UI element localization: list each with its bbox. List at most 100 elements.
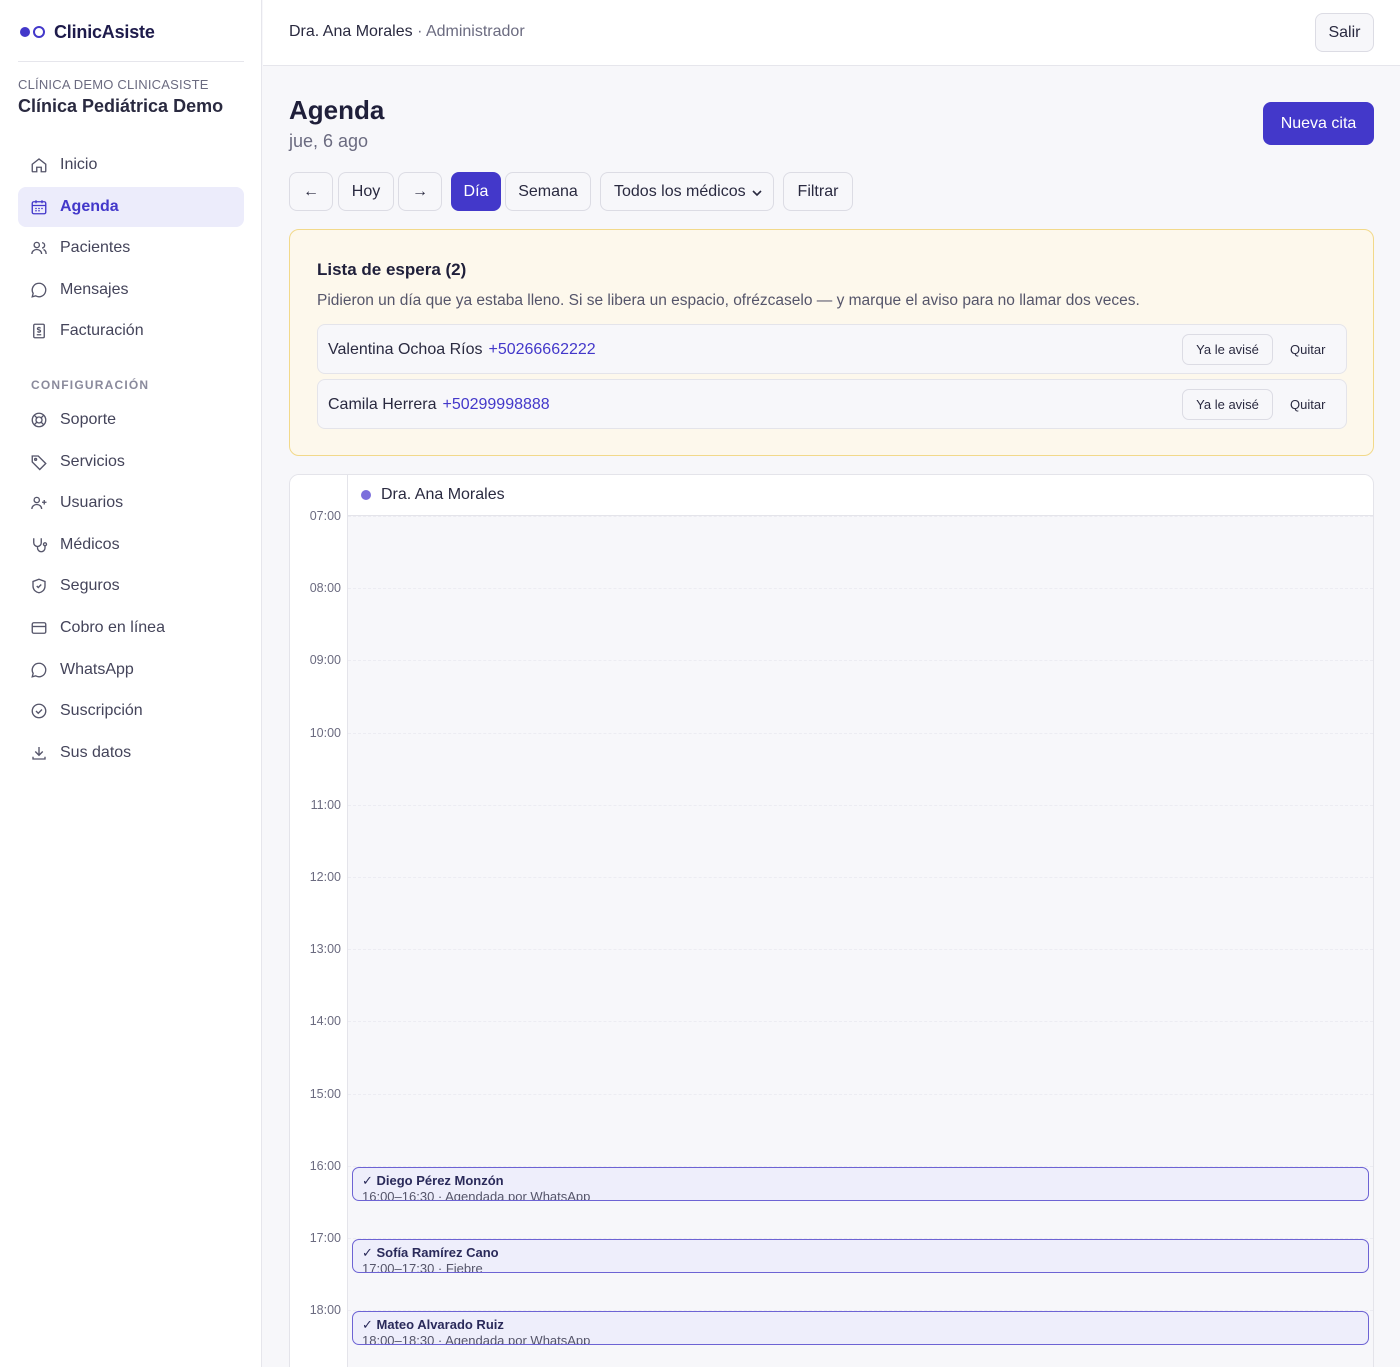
waitlist-patient: Camila Herrera +50299998888 xyxy=(328,396,550,414)
hour-label: 09:00 xyxy=(309,653,341,668)
sidebar-item-label: Soporte xyxy=(60,411,117,428)
sidebar-item-label: WhatsApp xyxy=(60,660,134,678)
credit-card-icon xyxy=(30,619,48,637)
remove-button[interactable]: Quitar xyxy=(1290,389,1325,420)
notified-button[interactable]: Ya le avisé xyxy=(1182,334,1273,365)
sidebar-item-label: Agenda xyxy=(60,197,119,215)
sidebar-item-cobro-en-linea[interactable]: Cobro en línea xyxy=(18,608,244,648)
hour-gridline xyxy=(348,660,1373,662)
sidebar-item-label: Sus datos xyxy=(60,743,132,761)
calendar-doctor-name: Dra. Ana Morales xyxy=(381,486,505,503)
divider xyxy=(18,61,244,62)
waitlist-item: Valentina Ochoa Ríos +50266662222 Ya le a… xyxy=(317,324,1347,374)
brand[interactable]: ClinicAsiste xyxy=(20,20,155,44)
users-icon xyxy=(30,239,48,257)
sidebar-item-sus-datos[interactable]: Sus datos xyxy=(18,733,244,773)
sidebar-item-label: Mensajes xyxy=(60,280,129,298)
appointment-patient: ✓ Sofía Ramírez Cano xyxy=(362,1245,499,1260)
shield-icon xyxy=(30,577,48,595)
doctor-select[interactable]: Todos los médicos xyxy=(600,172,774,211)
doctor-select-value: Todos los médicos xyxy=(614,182,746,200)
sidebar-item-label: Suscripción xyxy=(60,702,143,720)
next-day-button[interactable]: → xyxy=(398,172,442,211)
config-nav: Soporte Servicios Usuarios Médicos Segur… xyxy=(18,400,244,774)
message-icon xyxy=(30,281,48,299)
hour-label: 17:00 xyxy=(309,1231,341,1245)
sidebar-item-usuarios[interactable]: Usuarios xyxy=(18,483,244,523)
sidebar-item-seguros[interactable]: Seguros xyxy=(18,566,244,606)
hour-gridline xyxy=(348,516,1373,517)
hour-gridline xyxy=(348,804,1373,806)
current-user: Dra. Ana Morales · Administrador xyxy=(289,23,525,41)
filter-button[interactable]: Filtrar xyxy=(783,172,853,211)
calendar-icon xyxy=(30,198,48,216)
hour-gridline xyxy=(348,732,1373,734)
waitlist-description: Pidieron un día que ya estaba lleno. Si … xyxy=(317,292,1140,309)
prev-day-button[interactable]: ← xyxy=(289,172,333,211)
appointment-detail: 18:00–18:30 · Agendada por WhatsApp xyxy=(362,1333,591,1346)
hour-label: 10:00 xyxy=(309,725,341,740)
user-role: · Administrador xyxy=(417,23,525,40)
new-appointment-button[interactable]: Nueva cita xyxy=(1263,102,1374,145)
sidebar-item-facturacion[interactable]: Facturación xyxy=(18,311,244,351)
main-nav: Inicio Agenda Pacientes Mensajes Factura… xyxy=(18,145,244,353)
hour-gridline xyxy=(348,949,1373,951)
clinic-label: CLÍNICA DEMO CLINICASISTE xyxy=(18,77,209,92)
today-button[interactable]: Hoy xyxy=(338,172,394,211)
appointment-card[interactable]: ✓ Sofía Ramírez Cano 17:00–17:30 · Fiebre xyxy=(352,1239,1369,1273)
sidebar-item-servicios[interactable]: Servicios xyxy=(18,442,244,482)
appointment-detail: 16:00–16:30 · Agendada por WhatsApp xyxy=(362,1188,591,1201)
appointment-patient: ✓ Diego Pérez Monzón xyxy=(362,1172,504,1188)
patient-phone-link[interactable]: +50299998888 xyxy=(442,396,549,413)
sidebar-item-agenda[interactable]: Agenda xyxy=(18,186,244,227)
day-calendar: Dra. Ana Morales 07:00 08:00 09:00 10:00 11:… xyxy=(289,474,1374,1367)
tab-day[interactable]: Día xyxy=(451,172,501,211)
sidebar-item-label: Servicios xyxy=(60,452,125,470)
hour-gridline xyxy=(348,588,1373,590)
remove-button[interactable]: Quitar xyxy=(1290,334,1325,365)
page-title: Agenda xyxy=(289,95,385,125)
hour-label: 11:00 xyxy=(310,797,341,812)
home-icon xyxy=(30,156,48,174)
sidebar-item-soporte[interactable]: Soporte xyxy=(18,400,244,440)
appointment-card[interactable]: ✓ Diego Pérez Monzón 16:00–16:30 · Agenda… xyxy=(352,1166,1369,1201)
patient-name: Valentina Ochoa Ríos xyxy=(328,341,483,358)
sidebar-item-label: Cobro en línea xyxy=(60,618,165,636)
notified-button[interactable]: Ya le avisé xyxy=(1182,389,1273,420)
hour-gridline xyxy=(348,1021,1373,1023)
user-name: Dra. Ana Morales xyxy=(289,23,413,40)
sidebar-item-medicos[interactable]: Médicos xyxy=(18,525,244,565)
sidebar-item-label: Seguros xyxy=(60,577,120,595)
hour-gridline xyxy=(348,1093,1373,1095)
page-date: jue, 6 ago xyxy=(289,131,369,151)
user-plus-icon xyxy=(30,494,48,512)
patient-phone-link[interactable]: +50266662222 xyxy=(488,341,595,358)
sidebar-item-mensajes[interactable]: Mensajes xyxy=(18,270,244,310)
download-icon xyxy=(30,744,48,762)
waitlist-patient: Valentina Ochoa Ríos +50266662222 xyxy=(328,341,596,359)
sidebar-item-pacientes[interactable]: Pacientes xyxy=(18,228,244,268)
section-label-configuracion: CONFIGURACIÓN xyxy=(31,378,150,392)
hour-label: 08:00 xyxy=(309,581,341,596)
doctor-color-dot xyxy=(361,490,371,500)
lifebuoy-icon xyxy=(30,411,48,429)
clinic-name: Clínica Pediátrica Demo xyxy=(18,96,224,116)
sidebar-item-whatsapp[interactable]: WhatsApp xyxy=(18,650,244,690)
hour-label: 13:00 xyxy=(309,942,341,957)
receipt-icon xyxy=(30,322,48,340)
hour-label: 14:00 xyxy=(309,1014,341,1029)
tab-week[interactable]: Semana xyxy=(505,172,591,211)
check-circle-icon xyxy=(30,702,48,720)
logo-icon xyxy=(20,25,46,39)
sidebar-item-suscripcion[interactable]: Suscripción xyxy=(18,691,244,731)
hour-label: 12:00 xyxy=(309,870,341,884)
sidebar-item-label: Facturación xyxy=(60,322,144,340)
hour-label: 15:00 xyxy=(309,1086,341,1101)
appointment-card[interactable]: ✓ Mateo Alvarado Ruiz 18:00–18:30 · Agend… xyxy=(352,1311,1369,1346)
waitlist-title: Lista de espera (2) xyxy=(317,260,467,279)
logout-button[interactable]: Salir xyxy=(1315,13,1374,52)
stethoscope-icon xyxy=(30,536,48,554)
tag-icon xyxy=(30,453,48,471)
patient-name: Camila Herrera xyxy=(328,396,437,413)
sidebar-item-inicio[interactable]: Inicio xyxy=(18,145,244,185)
